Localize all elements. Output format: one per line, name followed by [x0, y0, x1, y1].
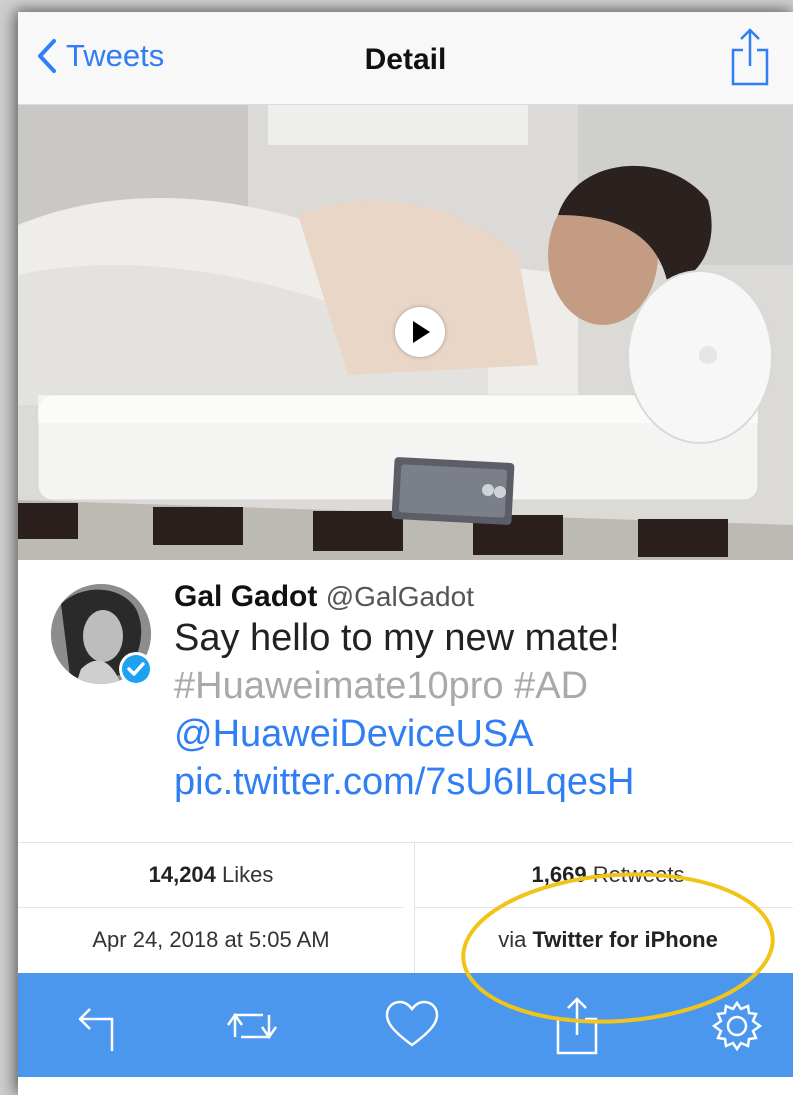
- via-prefix: via: [498, 927, 527, 952]
- like-icon[interactable]: [383, 997, 441, 1055]
- tweet-text: Gal Gadot @GalGadot Say hello to my new …: [174, 580, 774, 806]
- action-toolbar: [18, 973, 793, 1077]
- tweet-content: Gal Gadot @GalGadot Say hello to my new …: [18, 560, 793, 850]
- share-icon[interactable]: [548, 997, 606, 1055]
- page-title: Detail: [364, 43, 447, 76]
- retweet-icon[interactable]: [223, 997, 281, 1055]
- verified-badge-icon: [119, 652, 153, 686]
- play-icon: [413, 321, 430, 343]
- tweet-mention[interactable]: @HuaweiDeviceUSA: [174, 710, 774, 758]
- retweets-label: Retweets: [592, 862, 685, 887]
- tweet-stats: 14,204 Likes 1,669 Retweets Apr 24, 2018…: [18, 842, 793, 973]
- author-line: Gal Gadot @GalGadot: [174, 580, 774, 614]
- tweet-link[interactable]: pic.twitter.com/7sU6ILqesH: [174, 758, 774, 806]
- tweet-source: via Twitter for iPhone: [415, 908, 793, 972]
- author-handle[interactable]: @GalGadot: [326, 581, 474, 612]
- via-client: Twitter for iPhone: [532, 927, 718, 952]
- stats-divider: [414, 843, 415, 973]
- tweet-body: Say hello to my new mate!: [174, 617, 620, 659]
- navigation-bar: Tweets Detail: [18, 12, 793, 105]
- tweet-hashtags[interactable]: #Huaweimate10pro #AD: [174, 662, 774, 710]
- tweet-video[interactable]: [18, 105, 793, 560]
- share-icon[interactable]: [729, 26, 771, 88]
- settings-icon[interactable]: [708, 997, 766, 1055]
- tweet-date: Apr 24, 2018 at 5:05 AM: [92, 927, 330, 952]
- retweets-count: 1,669: [531, 862, 587, 887]
- retweets-stat[interactable]: 1,669 Retweets: [415, 843, 793, 908]
- likes-stat[interactable]: 14,204 Likes: [18, 843, 404, 908]
- tweet-detail-screen: Tweets Detail Gal Gadot @GalGadot Say he…: [18, 12, 793, 1095]
- play-button[interactable]: [395, 307, 445, 357]
- likes-count: 14,204: [148, 862, 216, 887]
- author-name[interactable]: Gal Gadot: [174, 580, 317, 613]
- likes-label: Likes: [222, 862, 274, 887]
- reply-icon[interactable]: [74, 997, 132, 1055]
